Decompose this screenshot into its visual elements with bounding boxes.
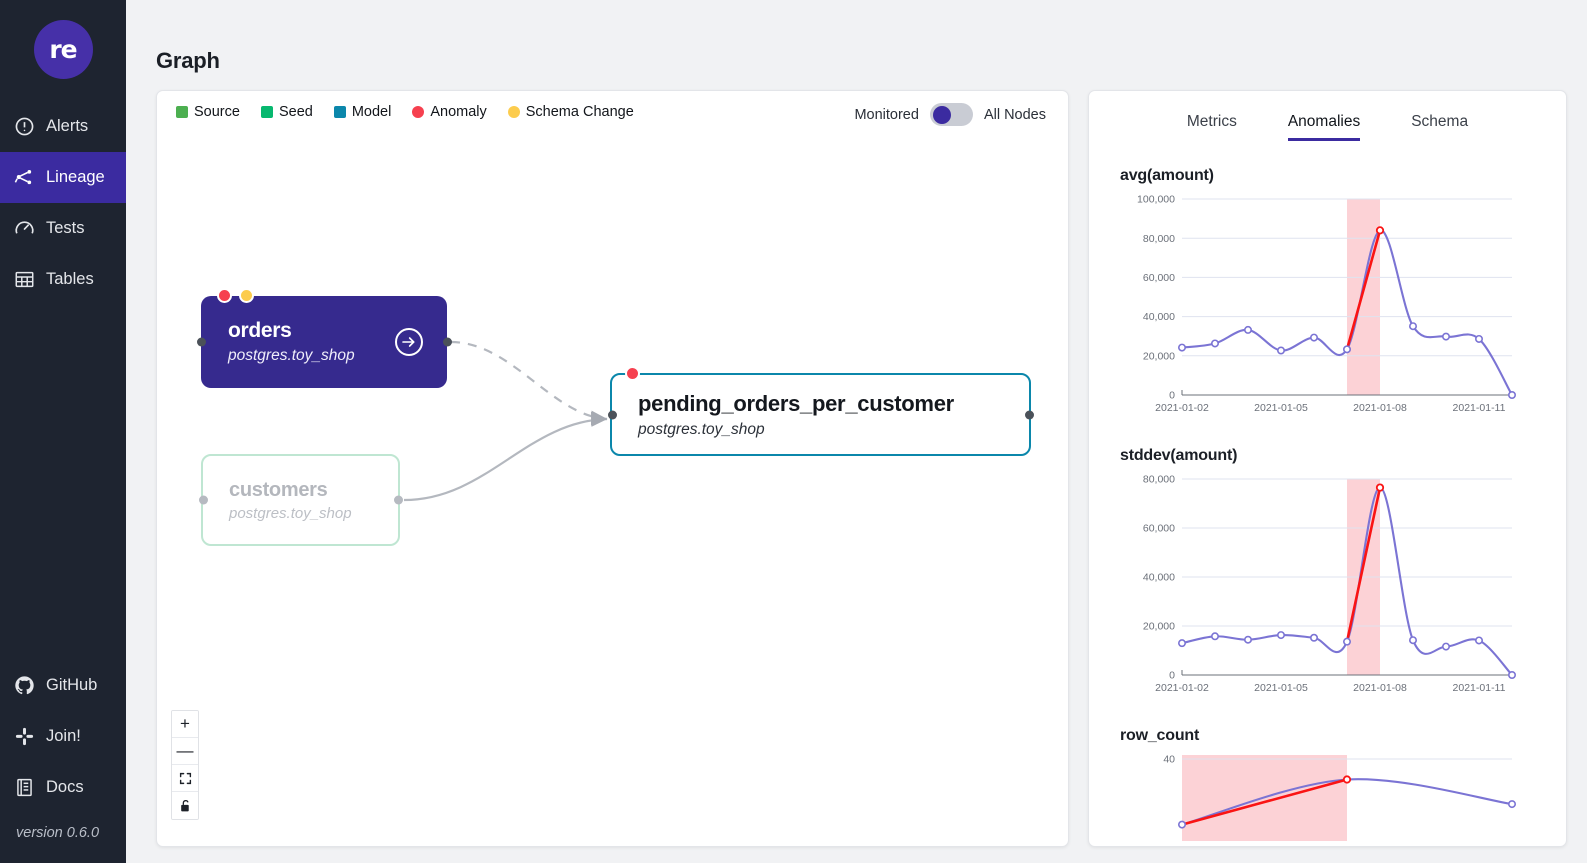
chart-block-avg-amount: avg(amount) 0 20,000 40,000 60,000 80,000 100… (1089, 167, 1566, 421)
table-grid-icon (14, 269, 35, 290)
sidebar-item-label: Join! (46, 727, 81, 745)
detail-panel-tabs: Metrics Anomalies Schema (1089, 91, 1566, 141)
tab-metrics[interactable]: Metrics (1187, 113, 1237, 141)
sidebar-item-label: Docs (46, 778, 84, 796)
node-port-right (1024, 410, 1034, 419)
svg-text:2021-01-05: 2021-01-05 (1254, 402, 1308, 414)
node-port-left (198, 495, 208, 505)
anomaly-chart-stddev-amount[interactable]: 0 20,000 40,000 60,000 80,000 2021-01-02 2021-… (1120, 471, 1520, 701)
edge-customers-to-pending[interactable] (403, 411, 608, 502)
sidebar-item-tests[interactable]: Tests (0, 203, 126, 254)
zoom-in-button[interactable]: + (172, 711, 198, 738)
node-port-right (393, 495, 403, 505)
graph-zoom-controls: + — (171, 710, 199, 820)
zoom-out-button[interactable]: — (172, 738, 198, 765)
app-logo[interactable]: re (33, 20, 93, 79)
node-port-right (442, 337, 452, 347)
svg-text:2021-01-08: 2021-01-08 (1353, 682, 1407, 694)
sidebar: re Alerts Lineage Tests Tables GitHub Jo… (0, 0, 126, 863)
logo-container: re (0, 0, 126, 101)
svg-text:0: 0 (1169, 670, 1175, 682)
alert-circle-icon (14, 116, 35, 137)
tab-anomalies[interactable]: Anomalies (1287, 113, 1361, 141)
chart-title: stddev(amount) (1120, 447, 1238, 464)
sidebar-item-join[interactable]: Join! (0, 711, 126, 762)
svg-text:0: 0 (1169, 390, 1175, 402)
sidebar-bottom-group: GitHub Join! Docs version 0.6.0 (0, 660, 126, 863)
sidebar-item-tables[interactable]: Tables (0, 254, 126, 305)
main-content: Graph Source Seed Model Anomaly Schema C… (126, 0, 1587, 863)
sidebar-item-lineage[interactable]: Lineage (0, 152, 126, 203)
anomaly-badge (625, 366, 640, 381)
node-subtitle: postgres.toy_shop (638, 420, 765, 438)
node-port-left (607, 410, 617, 419)
slack-icon (14, 726, 35, 747)
node-subtitle: postgres.toy_shop (229, 504, 352, 522)
graph-node-customers[interactable]: customers postgres.toy_shop (198, 454, 403, 546)
svg-text:40: 40 (1163, 754, 1175, 766)
schema-change-badge (239, 288, 254, 303)
svg-text:60,000: 60,000 (1143, 523, 1175, 535)
chart-title: row_count (1120, 727, 1200, 744)
node-title: pending_orders_per_customer (638, 390, 954, 416)
arrow-right-circle-icon[interactable] (395, 328, 423, 356)
svg-text:20,000: 20,000 (1143, 350, 1175, 362)
sidebar-item-label: Alerts (46, 117, 89, 135)
gauge-icon (14, 218, 35, 239)
tab-schema[interactable]: Schema (1411, 113, 1468, 141)
node-port-left (196, 337, 206, 347)
sidebar-item-label: Tests (46, 219, 85, 237)
svg-text:2021-01-11: 2021-01-11 (1453, 402, 1506, 414)
svg-text:80,000: 80,000 (1143, 233, 1175, 245)
node-title: customers (229, 478, 328, 501)
graph-node-orders[interactable]: orders postgres.toy_shop (196, 288, 452, 388)
chart-title: avg(amount) (1120, 167, 1214, 184)
anomaly-chart-row-count[interactable]: 40 (1120, 751, 1520, 841)
app-root: re Alerts Lineage Tests Tables GitHub Jo… (0, 0, 1587, 863)
lineage-graph-card: Source Seed Model Anomaly Schema Change … (156, 90, 1069, 847)
svg-text:2021-01-05: 2021-01-05 (1254, 682, 1308, 694)
sidebar-item-github[interactable]: GitHub (0, 660, 126, 711)
sidebar-item-docs[interactable]: Docs (0, 762, 126, 813)
svg-text:40,000: 40,000 (1143, 311, 1175, 323)
fit-view-button[interactable] (172, 765, 198, 792)
svg-text:100,000: 100,000 (1137, 194, 1175, 206)
graph-node-pending-orders-per-customer[interactable]: pending_orders_per_customer postgres.toy… (607, 366, 1034, 456)
anomaly-chart-avg-amount[interactable]: 0 20,000 40,000 60,000 80,000 100,000 2021-01-… (1120, 191, 1520, 421)
chart-block-row-count: row_count 40 (1089, 727, 1566, 841)
svg-text:20,000: 20,000 (1143, 621, 1175, 633)
svg-text:2021-01-02: 2021-01-02 (1155, 402, 1209, 414)
svg-text:2021-01-11: 2021-01-11 (1453, 682, 1506, 694)
svg-text:80,000: 80,000 (1143, 474, 1175, 486)
svg-text:40,000: 40,000 (1143, 572, 1175, 584)
svg-text:60,000: 60,000 (1143, 272, 1175, 284)
content-row: Source Seed Model Anomaly Schema Change … (156, 90, 1567, 847)
svg-text:2021-01-08: 2021-01-08 (1353, 402, 1407, 414)
docs-icon (14, 777, 35, 798)
sidebar-item-label: Tables (46, 270, 94, 288)
chart-block-stddev-amount: stddev(amount) 0 20,000 40,000 60,000 80,000… (1089, 447, 1566, 701)
detail-panel: Metrics Anomalies Schema avg(amount) 0 20… (1088, 90, 1567, 847)
lock-button[interactable] (172, 792, 198, 819)
edge-orders-to-pending[interactable] (450, 340, 608, 426)
page-title: Graph (156, 48, 220, 73)
lineage-icon (14, 167, 35, 188)
svg-text:2021-01-02: 2021-01-02 (1155, 682, 1209, 694)
sidebar-item-label: Lineage (46, 168, 105, 186)
sidebar-item-alerts[interactable]: Alerts (0, 101, 126, 152)
anomaly-badge (217, 288, 232, 303)
version-label: version 0.6.0 (16, 825, 100, 841)
github-icon (14, 675, 35, 696)
sidebar-item-label: GitHub (46, 676, 98, 694)
